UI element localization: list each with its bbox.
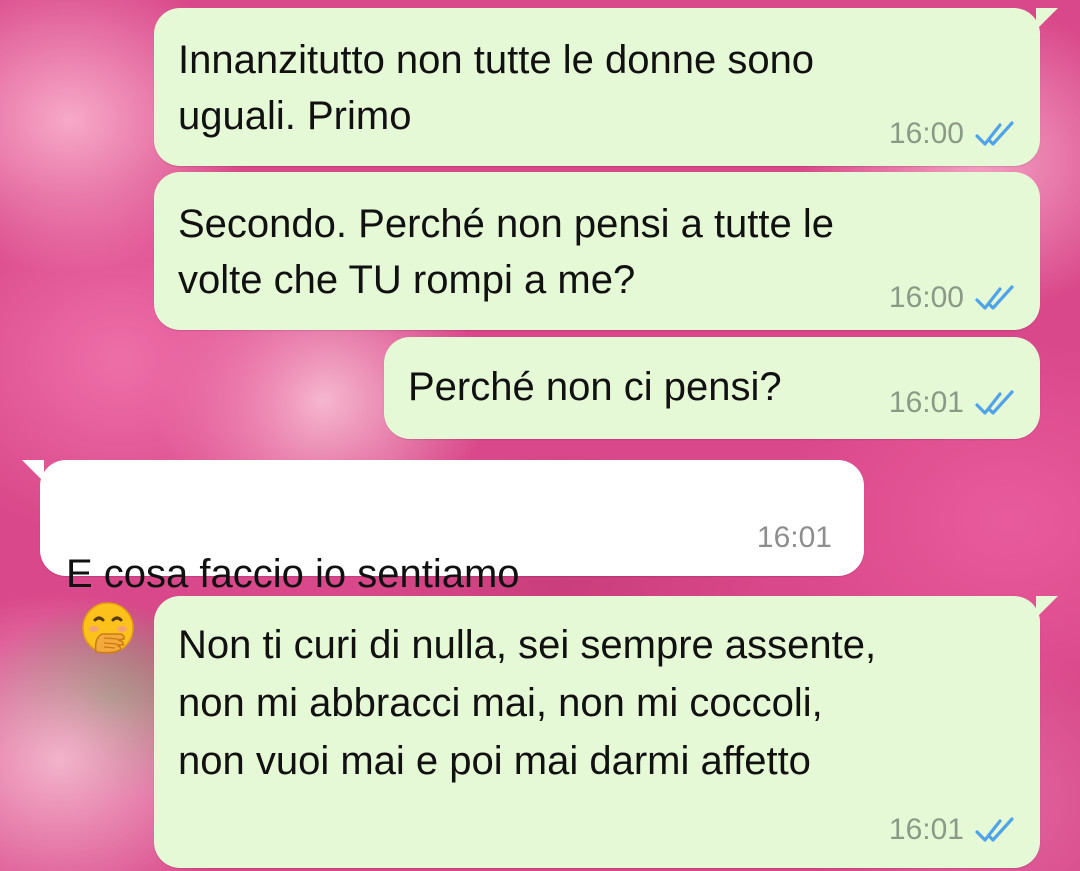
- bubble-tail: [1036, 8, 1058, 30]
- bubble-tail: [22, 460, 44, 482]
- double-check-read-icon: [975, 817, 1014, 842]
- face-with-hand-over-mouth-emoji: [82, 602, 134, 655]
- message-bubble-outgoing[interactable]: Non ti curi di nulla, sei sempre assente…: [154, 596, 1058, 868]
- message-meta: 16:01: [889, 812, 1018, 848]
- message-time: 16:01: [888, 813, 964, 846]
- message-meta: 16:00: [889, 280, 1018, 316]
- double-check-read-icon: [975, 390, 1014, 415]
- double-check-read-icon: [975, 285, 1014, 310]
- message-time: 16:00: [888, 281, 964, 314]
- message-text: Non ti curi di nulla, sei sempre assente…: [178, 623, 877, 783]
- message-bubble-incoming[interactable]: E cosa faccio io sentiamo 16:01: [22, 460, 864, 655]
- message-meta: 16:01: [757, 520, 832, 556]
- message-meta: 16:01: [889, 385, 1018, 421]
- message-meta: 16:00: [889, 116, 1018, 152]
- bubble-tail: [1036, 596, 1058, 618]
- double-check-read-icon: [975, 121, 1014, 146]
- message-text: E cosa faccio io sentiamo: [66, 552, 520, 596]
- message-bubble-outgoing[interactable]: Secondo. Perché non pensi a tutte le vol…: [154, 172, 1040, 330]
- message-bubble-outgoing[interactable]: Perché non ci pensi? 16:01: [384, 337, 1040, 439]
- message-time: 16:01: [756, 521, 832, 554]
- message-time: 16:01: [888, 386, 964, 419]
- message-bubble-outgoing[interactable]: Innanzitutto non tutte le donne sono ugu…: [154, 8, 1058, 166]
- message-time: 16:00: [888, 117, 964, 150]
